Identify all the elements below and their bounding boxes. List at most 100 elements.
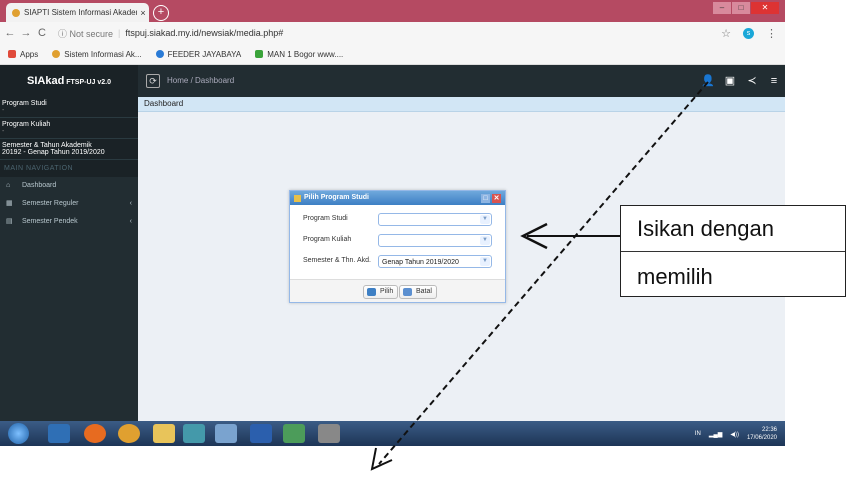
url-field[interactable]: ftspuj.siakad.my.id/newsiak/media.php# (125, 28, 283, 38)
pilih-button[interactable]: Pilih (363, 285, 399, 299)
program-kuliah-select[interactable]: ▼ (378, 234, 492, 247)
browser-tab-bar: SIAPTI Sistem Informasi Akadem × + – □ ✕ (0, 0, 785, 22)
bookmark-man1[interactable]: MAN 1 Bogor www.... (255, 50, 343, 59)
bookmarks-bar: Apps Sistem Informasi Ak... FEEDER JAYAB… (0, 44, 785, 65)
address-separator: | (118, 28, 121, 38)
tab-close-icon[interactable]: × (137, 8, 149, 18)
field-label: Semester & Thn. Akd. (303, 257, 371, 264)
batal-button[interactable]: Batal (399, 285, 437, 299)
clock-time: 22:36 (761, 427, 777, 433)
system-tray: IN ▂▄▆ ◀)) 22:36 17/06/2020 (695, 426, 777, 442)
breadcrumb: Home / Dashboard (167, 76, 235, 85)
address-bar: ← → C ⓘ Not secure | ftspuj.siakad.my.id… (0, 22, 785, 44)
new-tab-button[interactable]: + (153, 5, 169, 21)
reload-icon[interactable]: C (36, 27, 48, 39)
sidebar-nav-header: MAIN NAVIGATION (0, 160, 138, 177)
chrome-icon[interactable] (183, 424, 205, 443)
excel-icon[interactable] (283, 424, 305, 443)
minimize-button[interactable]: – (713, 2, 731, 14)
button-label: Batal (416, 288, 432, 295)
chevron-down-icon[interactable]: ▼ (480, 215, 490, 224)
sidebar-item-semester-reguler[interactable]: ▦ Semester Reguler ‹ (0, 194, 138, 212)
bookmark-label: Sistem Informasi Ak... (64, 49, 142, 59)
windows-taskbar: IN ▂▄▆ ◀)) 22:36 17/06/2020 (0, 421, 785, 446)
field-label: Program Studi (303, 215, 348, 222)
clock-date: 17/06/2020 (746, 435, 777, 441)
chevron-down-icon[interactable]: ▼ (480, 236, 490, 245)
program-kuliah-value: - (2, 128, 5, 135)
undo-icon (403, 288, 412, 296)
language-indicator[interactable]: IN (695, 431, 701, 437)
start-button[interactable] (8, 423, 29, 444)
firefox-icon[interactable] (84, 424, 106, 443)
dialog-header-buttons: □ ✕ (481, 193, 501, 203)
word-icon[interactable] (250, 424, 272, 443)
bookmark-sistem-informasi[interactable]: Sistem Informasi Ak... (52, 49, 142, 59)
address-right-group: ☆ s ⋮ (721, 27, 777, 40)
apps-grid-icon (8, 50, 16, 58)
sidebar-item-dashboard[interactable]: ⌂ Dashboard (0, 177, 138, 194)
semester-value: 20192 - Genap Tahun 2019/2020 (2, 149, 105, 156)
back-icon[interactable]: ← (4, 27, 16, 39)
semester-select[interactable]: Genap Tahun 2019/2020 ▼ (378, 255, 492, 268)
select-value: Genap Tahun 2019/2020 (382, 259, 459, 266)
maximize-icon[interactable]: □ (481, 193, 490, 203)
chevron-down-icon[interactable]: ▼ (480, 257, 490, 266)
signal-icon[interactable]: ▂▄▆ (709, 431, 722, 438)
bookmark-label: Apps (20, 49, 39, 59)
site-favicon-icon (255, 50, 264, 58)
security-indicator[interactable]: ⓘ Not secure (58, 27, 113, 40)
sidebar-item-label: Dashboard (22, 182, 57, 189)
hamburger-menu-icon[interactable]: ≡ (763, 65, 785, 97)
tab-title: SIAPTI Sistem Informasi Akadem (24, 8, 137, 17)
bookmark-apps[interactable]: Apps (8, 50, 38, 59)
chevron-left-icon: ‹ (129, 199, 132, 207)
ok-icon (367, 288, 376, 296)
sidebar: Program Studi - Program Kuliah - Semeste… (0, 97, 138, 421)
pilih-program-studi-dialog: Pilih Program Studi □ ✕ Program Studi ▼ … (289, 190, 506, 303)
browser-tab[interactable]: SIAPTI Sistem Informasi Akadem × (6, 3, 149, 22)
home-icon: ⌂ (6, 182, 11, 189)
forward-icon[interactable]: → (20, 27, 32, 39)
dialog-footer: Pilih Batal (290, 279, 505, 302)
close-icon[interactable]: ✕ (492, 193, 501, 203)
id-card-icon[interactable]: ▣ (719, 65, 741, 97)
sidebar-item-label: Semester Reguler (22, 199, 79, 207)
maximize-button[interactable]: □ (732, 2, 750, 14)
close-window-button[interactable]: ✕ (751, 2, 779, 14)
favicon-icon (12, 8, 20, 17)
header-icons: 👤 ▣ ≺ ≡ (697, 65, 785, 97)
site-favicon-icon (52, 50, 61, 58)
browser-app-icon[interactable] (118, 424, 140, 443)
share-icon[interactable]: ≺ (741, 65, 763, 97)
clock[interactable]: 22:36 17/06/2020 (747, 426, 777, 442)
program-studi-label: Program Studi (2, 100, 47, 107)
profile-avatar[interactable]: s (743, 27, 754, 39)
sidebar-item-semester-pendek[interactable]: ▤ Semester Pendek ‹ (0, 212, 138, 230)
logo-main: SIAkad (27, 75, 65, 87)
window-controls: – □ ✕ (713, 2, 779, 14)
browser-menu-icon[interactable]: ⋮ (766, 27, 777, 40)
bookmark-label: MAN 1 Bogor www.... (267, 49, 344, 59)
user-icon[interactable]: 👤 (697, 65, 719, 97)
dialog-header: Pilih Program Studi □ ✕ (290, 191, 505, 205)
sidebar-semester: Semester & Tahun Akademik 20192 - Genap … (0, 139, 138, 160)
bookmark-star-icon[interactable]: ☆ (721, 27, 731, 40)
dialog-title: Pilih Program Studi (304, 194, 369, 201)
app-logo[interactable]: SIAkad FTSP-UJ v2.0 (0, 65, 138, 97)
field-label: Program Kuliah (303, 236, 352, 243)
paint-icon[interactable] (318, 424, 340, 443)
file-explorer-icon[interactable] (153, 424, 175, 443)
app-icon[interactable] (215, 424, 237, 443)
sidebar-program-kuliah: Program Kuliah - (0, 118, 138, 139)
sidebar-program-studi: Program Studi - (0, 97, 138, 118)
app-header: SIAkad FTSP-UJ v2.0 ⟳ Home / Dashboard 👤… (0, 65, 785, 97)
sidebar-toggle-icon[interactable]: ⟳ (146, 74, 160, 88)
calendar-icon: ▦ (6, 200, 13, 207)
program-studi-select[interactable]: ▼ (378, 213, 492, 226)
chevron-left-icon: ‹ (129, 217, 132, 225)
bookmark-label: FEEDER JAYABAYA (167, 49, 242, 59)
volume-icon[interactable]: ◀)) (730, 431, 739, 438)
media-player-icon[interactable] (48, 424, 70, 443)
bookmark-feeder[interactable]: FEEDER JAYABAYA (155, 49, 242, 59)
